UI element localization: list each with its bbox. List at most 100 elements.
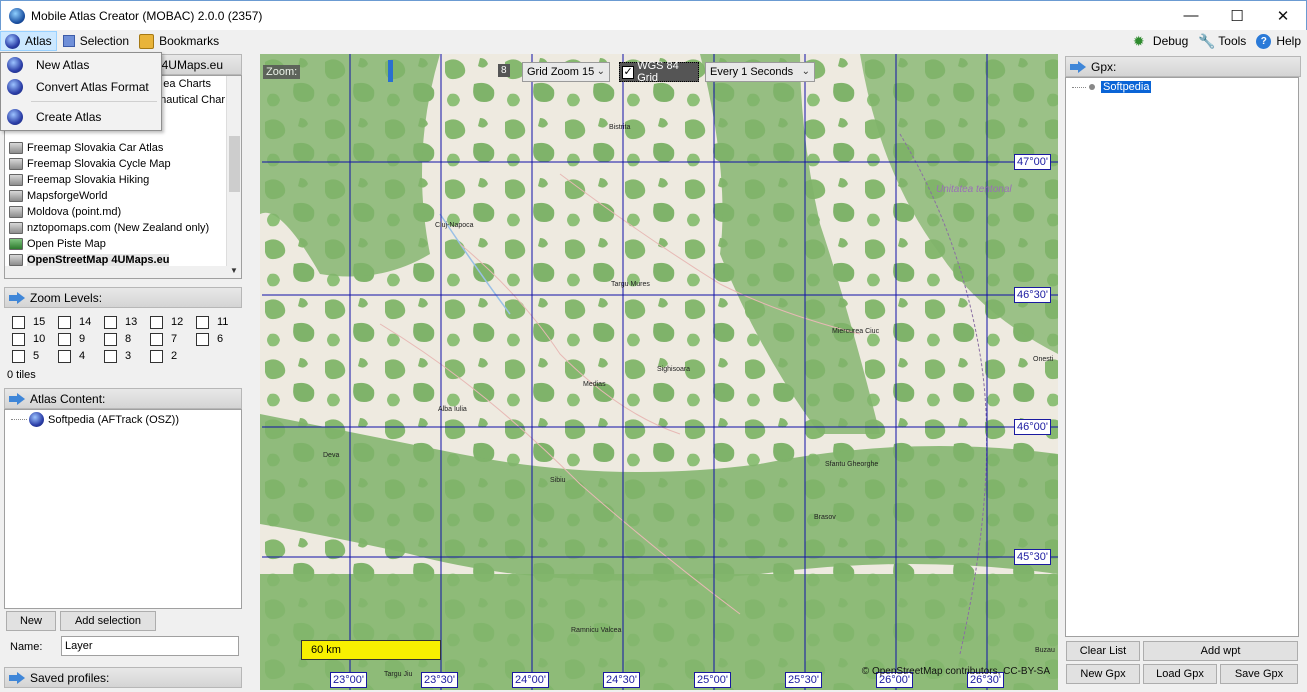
minimize-button[interactable]: — [1168,1,1214,31]
atlas-content-panel: Atlas Content: Softpedia (AFTrack (OSZ)) [4,388,242,609]
zoom-checkbox[interactable]: 12 [150,314,196,330]
tree-connector [11,419,27,420]
menu-selection[interactable]: Selection [59,31,133,51]
latitude-label: 46°00' [1014,419,1051,435]
new-layer-button[interactable]: New [6,611,56,631]
list-item[interactable]: Freemap Slovakia Car Atlas [5,140,241,156]
refresh-interval-select[interactable]: Every 1 Seconds ⌄ [705,62,815,82]
add-selection-button[interactable]: Add selection [60,611,156,631]
list-item[interactable]: Moldova (point.md) [5,204,241,220]
gpx-tree[interactable]: Softpedia [1065,77,1299,637]
checkbox[interactable] [12,349,25,363]
zoom-checkbox[interactable]: 4 [58,348,104,364]
name-label: Name: [10,641,43,653]
zoom-checkbox[interactable]: 14 [58,314,104,330]
list-item-label: Freemap Slovakia Car Atlas [27,142,164,154]
zoom-checkbox[interactable]: 9 [58,331,104,347]
city-label: Buzau [1035,647,1055,654]
vertical-scrollbar[interactable]: ▼ [226,76,241,278]
menu-selection-label: Selection [79,34,130,48]
checkbox[interactable] [58,332,71,346]
checkmark-icon: ✓ [622,65,635,79]
zoom-checkbox[interactable]: 2 [150,348,196,364]
city-label: Medias [583,381,606,388]
zoom-checkbox[interactable]: 11 [196,314,242,330]
menu-atlas[interactable]: Atlas [0,31,57,51]
checkbox[interactable] [58,349,71,363]
saved-profiles-header[interactable]: Saved profiles: [4,667,242,688]
zoom-checkbox[interactable]: 5 [12,348,58,364]
checkbox[interactable] [196,332,209,346]
zoom-label: 11 [217,316,229,328]
clear-list-button[interactable]: Clear List [1066,641,1140,661]
menu-bar: Atlas Selection Bookmarks ✹ Debug 🔧 Tool… [0,30,1307,52]
layer-name-input[interactable] [61,636,239,656]
checkbox[interactable] [58,315,71,329]
maximize-button[interactable]: ☐ [1214,1,1260,31]
longitude-label: 23°00' [330,672,367,688]
menu-item-new-atlas[interactable]: New Atlas [1,54,161,76]
atlas-dropdown-menu: New Atlas Convert Atlas Format Create At… [0,52,162,131]
checkbox[interactable] [12,315,25,329]
zoom-checkbox[interactable]: 13 [104,314,150,330]
checkbox[interactable] [104,332,117,346]
menu-tools[interactable]: 🔧 Tools [1194,31,1250,51]
list-item[interactable]: MapsforgeWorld [5,188,241,204]
add-wpt-button[interactable]: Add wpt [1143,641,1298,661]
menu-item-label: Create Atlas [36,110,102,124]
horizontal-scrollbar[interactable] [5,266,227,278]
map-view[interactable]: Zoom: 8 Grid Zoom 15 ⌄ ✓ WGS 84 Grid Eve… [260,54,1058,690]
scrollbar-thumb[interactable] [229,136,240,192]
new-gpx-button[interactable]: New Gpx [1066,664,1140,684]
zoom-checkbox[interactable]: 3 [104,348,150,364]
city-label: Sibiu [550,477,566,484]
checkbox[interactable] [12,332,25,346]
server-icon [9,206,23,218]
zoom-slider[interactable] [388,60,393,82]
zoom-levels-header[interactable]: Zoom Levels: [4,287,242,308]
zoom-label: 15 [33,316,46,328]
zoom-label: Zoom: [263,65,301,79]
zoom-checkbox[interactable]: 7 [150,331,196,347]
list-item[interactable]: Open Piste Map [5,236,241,252]
checkbox[interactable] [150,349,163,363]
title-bar: Mobile Atlas Creator (MOBAC) 2.0.0 (2357… [0,0,1307,30]
list-item[interactable]: nztopomaps.com (New Zealand only) [5,220,241,236]
list-item[interactable]: Freemap Slovakia Cycle Map [5,156,241,172]
scroll-down-icon[interactable]: ▼ [230,266,238,275]
grid-zoom-select[interactable]: Grid Zoom 15 ⌄ [522,62,610,82]
close-button[interactable]: ✕ [1260,1,1306,31]
list-item[interactable]: Freemap Slovakia Hiking [5,172,241,188]
tree-node[interactable]: Softpedia [1066,78,1298,93]
checkbox[interactable] [196,315,209,329]
menu-item-create-atlas[interactable]: Create Atlas [1,106,161,128]
menu-help[interactable]: ? Help [1252,31,1305,51]
menu-bookmarks[interactable]: Bookmarks [135,31,223,51]
server-icon [9,174,23,186]
checkbox[interactable] [150,315,163,329]
menu-debug[interactable]: ✹ Debug [1129,31,1192,51]
atlas-content-tree[interactable]: Softpedia (AFTrack (OSZ)) [4,409,242,609]
zoom-checkbox[interactable]: 15 [12,314,58,330]
tree-node[interactable]: Softpedia (AFTrack (OSZ)) [5,410,241,427]
gpx-header[interactable]: Gpx: [1065,56,1301,77]
saved-profiles-title: Saved profiles: [30,670,110,685]
selection-icon [62,35,75,47]
zoom-checkbox[interactable]: 8 [104,331,150,347]
save-gpx-button[interactable]: Save Gpx [1220,664,1298,684]
atlas-content-header[interactable]: Atlas Content: [4,388,242,409]
menu-separator [31,101,157,102]
longitude-label: 24°00' [512,672,549,688]
checkbox[interactable] [150,332,163,346]
menu-item-convert-format[interactable]: Convert Atlas Format [1,76,161,98]
zoom-checkbox[interactable]: 10 [12,331,58,347]
tree-node-label: Softpedia [1101,81,1152,93]
checkbox[interactable] [104,315,117,329]
load-gpx-button[interactable]: Load Gpx [1143,664,1217,684]
checkbox[interactable] [104,349,117,363]
zoom-label: 2 [171,350,178,362]
zoom-checkbox[interactable]: 6 [196,331,242,347]
longitude-label: 24°30' [603,672,640,688]
grid-checkbox[interactable]: ✓ WGS 84 Grid [619,60,699,84]
zoom-label: 9 [79,333,86,345]
